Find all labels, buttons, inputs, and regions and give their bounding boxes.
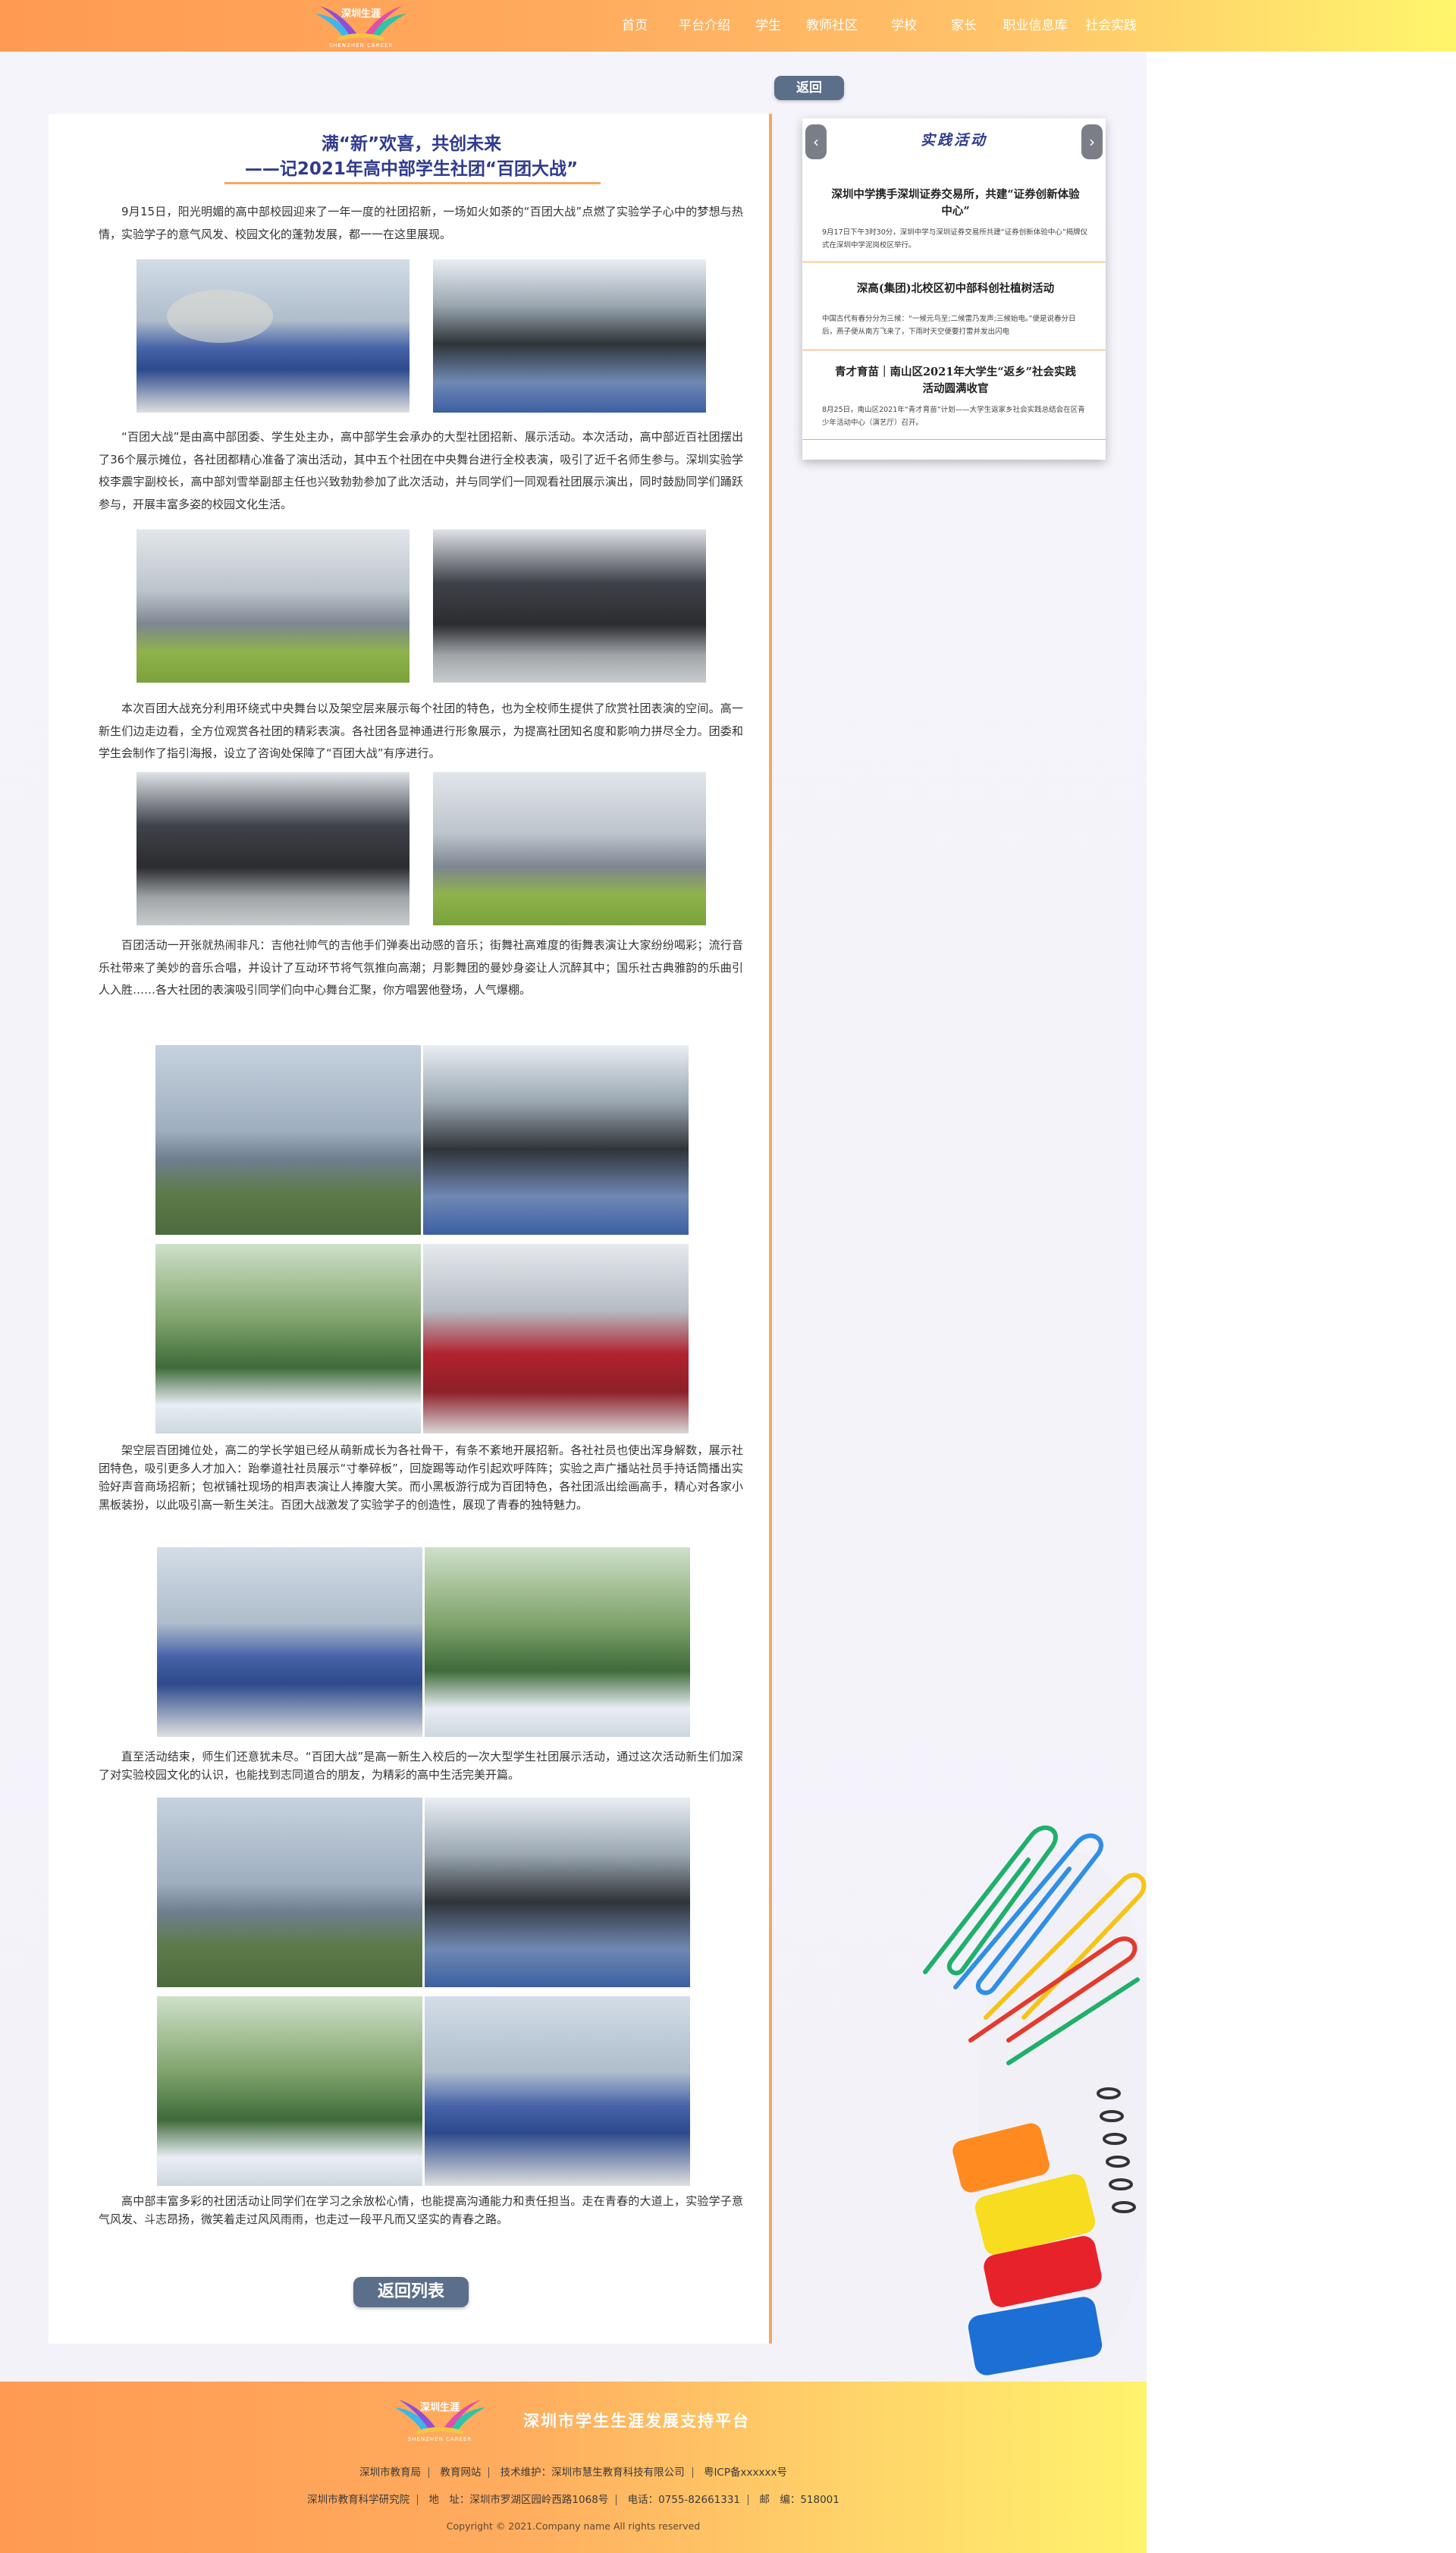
article-paragraph: 直至活动结束，师生们还意犹未尽。“百团大战”是高一新生入校后的一次大型学生社团展… (99, 1750, 743, 1782)
article-paragraph: 百团活动一开张就热闹非凡：吉他社帅气的吉他手们弹奏出动感的音乐；街舞社高难度的街… (99, 938, 743, 997)
footer-icp[interactable]: 粤ICP备xxxxxx号 (698, 2464, 793, 2479)
nav-parent[interactable]: 家长 (938, 0, 990, 52)
footer-address: 地 址：深圳市罗湖区园岭西路1068号 (428, 2494, 609, 2506)
photo-taekwondo (155, 1244, 421, 1434)
site-logo[interactable]: 深圳生涯 SHENZHEN CAREER (309, 3, 413, 49)
article-paragraph: 本次百团大战充分利用环绕式中央舞台以及架空层来展示每个社团的特色，也为全校师生提… (99, 702, 743, 760)
photo-street-dance (136, 772, 410, 925)
article-paragraph: 高中部丰富多彩的社团活动让同学们在学习之余放松心情，也能提高沟通能力和责任担当。… (99, 2194, 743, 2226)
photo-stage-dance (136, 529, 410, 683)
footer-logo: 深圳生涯 SHENZHEN CAREER (388, 2397, 491, 2442)
article-divider (769, 114, 772, 2344)
footer-links-row: 深圳市教育局 教育网站 技术维护：深圳市慧生教育科技有限公司 粤ICP备xxxx… (0, 2464, 1147, 2479)
photo-campus-crowd (136, 259, 410, 413)
photo-singers-stage (433, 772, 706, 925)
footer-postcode: 邮 编：518001 (759, 2494, 839, 2506)
back-button[interactable]: 返回 (774, 76, 844, 100)
top-header: 深圳生涯 SHENZHEN CAREER 首页 平台介绍 学生 教师社区 学校 … (0, 0, 1456, 52)
photo-garden-sign (157, 1996, 422, 2186)
nav-school[interactable]: 学校 (870, 0, 938, 52)
practice-activities-sidebar: ‹ 实践活动 › 深圳中学携手深圳证券交易所，共建“证券创新体验中心” 9月17… (802, 118, 1106, 460)
article-paragraph: 架空层百团摊位处，高二的学长学姐已经从萌新成长为各社骨干，有条不紊地开展招新。各… (99, 1443, 743, 1512)
photo-booth-signup (155, 1045, 421, 1235)
nav-student[interactable]: 学生 (742, 0, 794, 52)
nav-home[interactable]: 首页 (603, 0, 667, 52)
footer-copyright: Copyright © 2021.Company name All rights… (446, 2520, 701, 2532)
footer-link-education-bureau[interactable]: 深圳市教育局 (353, 2464, 427, 2479)
logo-subtext: SHENZHEN CAREER (329, 42, 394, 49)
photo-megaphone-recruit (157, 1547, 422, 1737)
photo-red-costume-club (423, 1244, 689, 1434)
footer-logo-text: 深圳生涯 (420, 2401, 460, 2413)
page-right-margin (1147, 52, 1456, 2553)
footer-institute: 深圳市教育科学研究院 (307, 2494, 410, 2506)
article-paragraph: “百团大战”是由高中部团委、学生处主办，高中部学生会承办的大型社团招新、展示活动… (99, 430, 743, 511)
photo-crowd-gathering (425, 1996, 690, 2186)
photo-students-group (157, 1798, 422, 1987)
footer-tech-maintenance: 技术维护：深圳市慧生教育科技有限公司 (500, 2467, 685, 2479)
footer-link-education-site[interactable]: 教育网站 (434, 2464, 487, 2479)
sidebar-item-title[interactable]: 深高(集团)北校区初中部科创社植树活动 (830, 281, 1081, 297)
sidebar-item-title[interactable]: 青才育苗｜南山区2021年大学生“返乡”社会实践活动圆满收官 (830, 364, 1081, 397)
chevron-right-icon[interactable]: › (1081, 124, 1103, 159)
photo-students-signing (425, 1547, 690, 1737)
sidebar-item-title[interactable]: 深圳中学携手深圳证券交易所，共建“证券创新体验中心” (830, 187, 1081, 220)
footer-phone: 电话：0755-82661331 (627, 2494, 741, 2506)
back-to-list-button[interactable]: 返回列表 (353, 2277, 469, 2307)
sidebar-item[interactable]: 青才育苗｜南山区2021年大学生“返乡”社会实践活动圆满收官 8月25日，南山区… (802, 350, 1106, 440)
sidebar-item[interactable]: 深高(集团)北校区初中部科创社植树活动 中国古代有春分分为三候：“一候元鸟至;二… (802, 262, 1106, 350)
nav-career-info[interactable]: 职业信息库 (990, 0, 1081, 52)
footer-logo-subtext: SHENZHEN CAREER (408, 2436, 472, 2442)
main-nav: 首页 平台介绍 学生 教师社区 学校 家长 职业信息库 社会实践 (603, 0, 1141, 52)
footer-platform-name: 深圳市学生生涯发展支持平台 (523, 2412, 750, 2430)
decorative-stationery-image (895, 1790, 1160, 2382)
sidebar-title: 实践活动 (920, 132, 987, 149)
sidebar-item-desc: 中国古代有春分分为三候：“一候元鸟至;二候雷乃发声;三候始电。”便是说春分日后，… (822, 315, 1076, 336)
nav-platform-intro[interactable]: 平台介绍 (667, 0, 742, 52)
nav-teacher-community[interactable]: 教师社区 (794, 0, 870, 52)
article-subtitle: ——记2021年高中部学生社团“百团大战” (244, 159, 579, 179)
sidebar-item-desc: 9月17日下午3时30分，深圳中学与深圳证券交易所共建“证券创新体验中心”揭牌仪… (822, 228, 1088, 250)
site-footer: 深圳生涯 SHENZHEN CAREER 深圳市学生生涯发展支持平台 深圳市教育… (0, 2382, 1147, 2553)
sidebar-item-desc: 8月25日，南山区2021年“青才育苗”计划——大学生返家乡社会实践总结会在区青… (822, 406, 1085, 427)
article-title: 满“新”欢喜，共创未来 (321, 134, 502, 154)
photo-guzheng-performance (433, 259, 706, 413)
sidebar-item[interactable]: 深圳中学携手深圳证券交易所，共建“证券创新体验中心” 9月17日下午3时30分，… (802, 177, 1106, 262)
logo-text: 深圳生涯 (341, 8, 381, 20)
footer-contact-row: 深圳市教育科学研究院 地 址：深圳市罗湖区园岭西路1068号 电话：0755-8… (0, 2491, 1147, 2506)
photo-guitar-band (433, 529, 706, 683)
title-underline (224, 182, 601, 184)
article-paragraph: 9月15日，阳光明媚的高中部校园迎来了一年一度的社团招新，一场如火如荼的“百团大… (99, 205, 743, 241)
photo-blackboard-booth (423, 1045, 689, 1235)
nav-social-practice[interactable]: 社会实践 (1081, 0, 1141, 52)
photo-volunteer-blackboard (425, 1798, 690, 1987)
